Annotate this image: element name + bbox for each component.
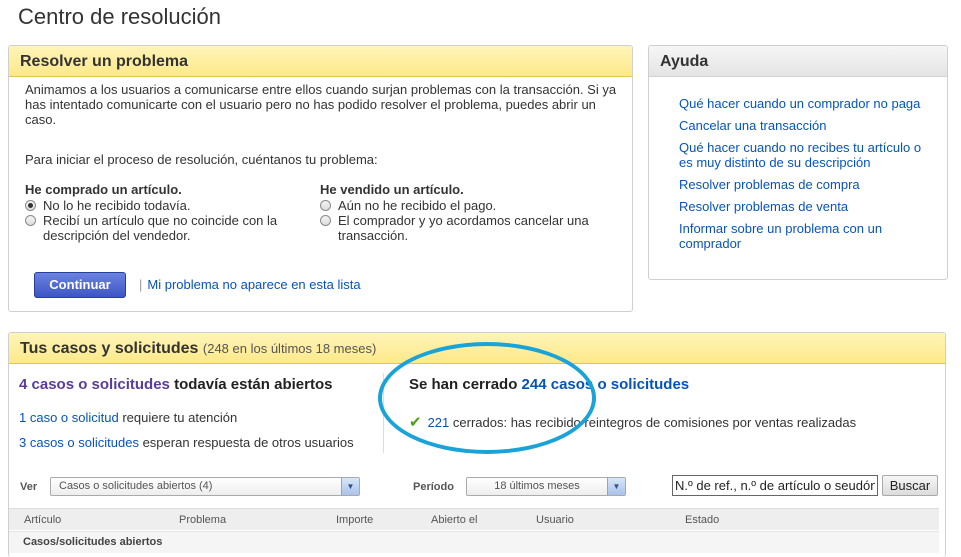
periodo-label: Período [413, 481, 454, 493]
attention-cases-text: requiere tu atención [118, 410, 238, 425]
help-links: Qué hacer cuando un comprador no paga Ca… [679, 96, 929, 258]
continue-button[interactable]: Continuar [34, 272, 126, 298]
column-header-item[interactable]: Artículo [24, 514, 61, 526]
sold-heading: He vendido un artículo. [320, 182, 464, 197]
radio-option-not-received[interactable]: No lo he recibido todavía. [25, 198, 315, 213]
open-case-attention: 1 caso o solicitud requiere tu atención [19, 410, 237, 425]
closed-title-prefix: Se han cerrado [409, 376, 522, 393]
resolve-intro-text: Animamos a los usuarios a comunicarse en… [25, 82, 617, 127]
ver-select-value: Casos o solicitudes abiertos (4) [59, 480, 213, 492]
resolve-panel-title: Resolver un problema [9, 46, 632, 77]
ver-select[interactable]: Casos o solicitudes abiertos (4) ▼ [50, 477, 360, 496]
filter-row: Ver Casos o solicitudes abiertos (4) ▼ P… [9, 475, 947, 503]
column-header-status[interactable]: Estado [685, 514, 719, 526]
radio-option-not-paid[interactable]: Aún no he recibido el pago. [320, 198, 610, 213]
cases-title: Tus casos y solicitudes [20, 340, 199, 357]
help-panel: Ayuda Qué hacer cuando un comprador no p… [648, 45, 948, 280]
column-header-amount[interactable]: Importe [336, 514, 373, 526]
periodo-select-value: 18 últimos meses [494, 480, 580, 492]
closed-refunds-text: cerrados: has recibido reintegros de com… [449, 414, 857, 430]
closed-refunds-line: ✔ 221 cerrados: has recibido reintegros … [409, 413, 856, 431]
cases-panel: Tus casos y solicitudes (248 en los últi… [8, 332, 946, 557]
bought-options: He comprado un artículo. No lo he recibi… [25, 182, 315, 243]
chevron-down-icon: ▼ [341, 478, 359, 495]
open-cases-title: 4 casos o solicitudes todavía están abie… [19, 376, 332, 393]
resolve-prompt: Para iniciar el proceso de resolución, c… [25, 152, 378, 167]
open-cases-title-rest: todavía están abiertos [169, 376, 333, 393]
sold-options: He vendido un artículo. Aún no he recibi… [320, 182, 610, 243]
attention-cases-link[interactable]: 1 caso o solicitud [19, 410, 119, 425]
help-link-purchase-problems[interactable]: Resolver problemas de compra [679, 177, 860, 192]
closed-cases-count-link[interactable]: 244 casos o solicitudes [522, 376, 690, 393]
column-header-user[interactable]: Usuario [536, 514, 574, 526]
radio-button[interactable] [320, 200, 331, 211]
ver-label: Ver [20, 481, 38, 493]
search-input[interactable] [672, 475, 878, 496]
radio-label: El comprador y yo acordamos cancelar una… [338, 213, 589, 243]
separator: | [139, 277, 143, 292]
cases-count: (248 en los últimos 18 meses) [202, 341, 377, 356]
help-link-report-buyer[interactable]: Informar sobre un problema con un compra… [679, 221, 882, 251]
awaiting-cases-link[interactable]: 3 casos o solicitudes [19, 435, 139, 450]
column-header-opened[interactable]: Abierto el [431, 514, 477, 526]
radio-label: No lo he recibido todavía. [43, 198, 191, 213]
radio-option-not-as-described[interactable]: Recibí un artículo que no coincide con l… [25, 213, 315, 243]
column-header-problem[interactable]: Problema [179, 514, 226, 526]
periodo-select[interactable]: 18 últimos meses ▼ [466, 477, 626, 496]
bought-heading: He comprado un artículo. [25, 182, 182, 197]
help-link-buyer-not-paid[interactable]: Qué hacer cuando un comprador no paga [679, 96, 920, 111]
column-divider [383, 373, 384, 453]
cases-panel-title: Tus casos y solicitudes (248 en los últi… [9, 333, 945, 364]
open-case-awaiting: 3 casos o solicitudes esperan respuesta … [19, 435, 354, 450]
radio-label: Aún no he recibido el pago. [338, 198, 497, 213]
radio-label: Recibí un artículo que no coincide con l… [43, 213, 278, 243]
chevron-down-icon: ▼ [607, 478, 625, 495]
radio-button[interactable] [320, 215, 331, 226]
problem-not-listed: | Mi problema no aparece en esta lista [139, 277, 361, 292]
awaiting-cases-text: esperan respuesta de otros usuarios [138, 435, 354, 450]
checkmark-icon: ✔ [409, 414, 422, 431]
radio-button-checked[interactable] [25, 200, 36, 211]
table-header: Artículo Problema Importe Abierto el Usu… [9, 508, 939, 530]
resolve-problem-panel: Resolver un problema Animamos a los usua… [8, 45, 633, 312]
help-panel-title: Ayuda [649, 46, 947, 77]
help-link-sale-problems[interactable]: Resolver problemas de venta [679, 199, 848, 214]
help-link-item-not-received[interactable]: Qué hacer cuando no recibes tu artículo … [679, 140, 921, 170]
radio-option-cancel-transaction[interactable]: El comprador y yo acordamos cancelar una… [320, 213, 610, 243]
radio-button[interactable] [25, 215, 36, 226]
help-link-cancel-transaction[interactable]: Cancelar una transacción [679, 118, 826, 133]
page-title: Centro de resolución [18, 4, 222, 29]
problem-not-listed-link[interactable]: Mi problema no aparece en esta lista [147, 277, 360, 292]
open-cases-count-link[interactable]: 4 casos o solicitudes [19, 376, 170, 393]
open-cases-group-row: Casos/solicitudes abiertos [9, 531, 939, 553]
search-button[interactable]: Buscar [882, 475, 938, 496]
closed-cases-title: Se han cerrado 244 casos o solicitudes [409, 376, 689, 393]
closed-refunds-count-link[interactable]: 221 [428, 415, 450, 430]
